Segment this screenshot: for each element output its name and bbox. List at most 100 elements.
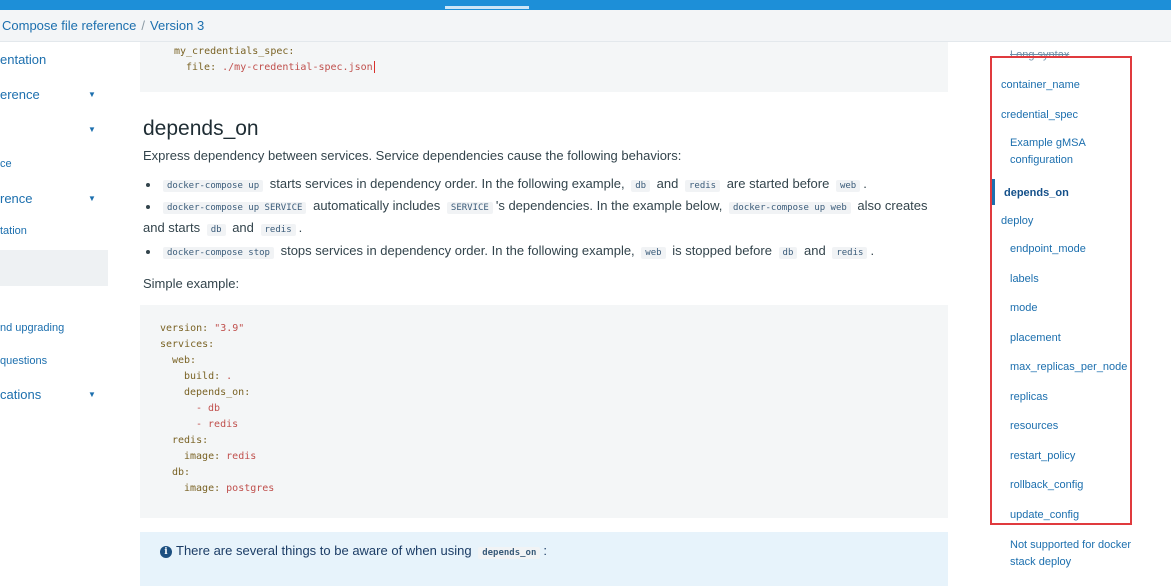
code-key: services:: [160, 339, 215, 350]
sidebar-item[interactable]: tation: [0, 225, 108, 241]
left-sidebar: entation erence ▼ ▼ ce rence ▼ tation nd u…: [0, 42, 108, 586]
list-text: .: [870, 243, 875, 258]
note-end: :: [543, 543, 547, 558]
active-tab-indicator: [445, 6, 529, 9]
breadcrumb-separator: /: [141, 18, 146, 33]
info-note: i There are several things to be aware o…: [140, 532, 948, 586]
bullet-dot: [146, 205, 150, 209]
inline-code: docker-compose up SERVICE: [163, 202, 307, 214]
bullet-dot: [146, 250, 150, 254]
breadcrumb-parent-link[interactable]: Compose file reference: [2, 10, 136, 41]
list-item-continued: and starts db and redis.: [143, 220, 302, 236]
sidebar-item-label: erence: [0, 87, 40, 102]
sidebar-item[interactable]: nd upgrading: [0, 322, 108, 338]
sidebar-item-label: entation: [0, 52, 47, 67]
inline-code: web: [835, 180, 861, 192]
text-cursor: [373, 61, 375, 73]
inline-code: redis: [832, 247, 868, 259]
code-value: .: [226, 371, 233, 382]
chevron-down-icon[interactable]: ▼: [88, 390, 96, 399]
code-line: image: postgres: [184, 481, 274, 497]
inline-code: redis: [260, 224, 296, 236]
code-key: web:: [172, 355, 197, 366]
code-line: services:: [160, 337, 214, 353]
code-value: "3.9": [214, 323, 245, 334]
list-text: automatically includes: [313, 198, 441, 213]
code-key: depends_on:: [184, 387, 251, 398]
code-line: build: .: [184, 369, 232, 385]
inline-code: docker-compose up: [163, 180, 264, 192]
simple-example-label: Simple example:: [143, 276, 240, 291]
list-item: docker-compose up starts services in dep…: [160, 176, 867, 192]
code-block-depends-on-example: version: "3.9" services: web: build: . d…: [140, 305, 948, 518]
inline-code: db: [778, 247, 798, 259]
sidebar-item[interactable]: cations ▼: [0, 387, 108, 405]
sidebar-item-label: tation: [0, 225, 27, 237]
note-text: There are several things to be aware of …: [176, 543, 547, 559]
code-block-credential-spec: my_credentials_spec: file: ./my-credenti…: [140, 42, 948, 92]
code-key: build:: [184, 371, 221, 382]
sidebar-item-label: questions: [0, 355, 48, 367]
breadcrumb-current[interactable]: Version 3: [150, 10, 204, 41]
bullet-dot: [146, 183, 150, 187]
code-line: db:: [172, 465, 190, 481]
sidebar-item[interactable]: ce: [0, 158, 108, 174]
sidebar-item[interactable]: erence ▼: [0, 87, 108, 105]
sidebar-item-label: nd upgrading: [0, 322, 65, 334]
code-value: postgres: [226, 483, 275, 494]
inline-code: db: [631, 180, 651, 192]
chevron-down-icon[interactable]: ▼: [88, 125, 96, 134]
inline-code: SERVICE: [446, 202, 493, 214]
code-key: my_credentials_spec:: [174, 46, 295, 57]
code-line: depends_on:: [184, 385, 250, 401]
chevron-down-icon[interactable]: ▼: [88, 90, 96, 99]
code-key: image:: [184, 451, 221, 462]
info-icon: i: [160, 546, 172, 558]
code-line: file: ./my-credential-spec.json: [186, 61, 375, 73]
code-line: - db: [196, 401, 220, 417]
note-label: There are several things to be aware of …: [176, 543, 472, 558]
list-text: starts services in dependency order. In …: [269, 176, 625, 191]
toc-item-not-supported-line2[interactable]: stack deploy: [1010, 556, 1071, 568]
highlight-box: [990, 56, 1132, 525]
list-text: and: [804, 243, 826, 258]
inline-code: redis: [684, 180, 721, 192]
top-bar: [0, 0, 1171, 10]
list-text: also creates: [857, 198, 928, 213]
list-text: and starts: [143, 220, 201, 235]
inline-code: web: [641, 247, 666, 259]
main-content: my_credentials_spec: file: ./my-credenti…: [108, 42, 953, 586]
code-key: redis:: [172, 435, 209, 446]
code-key: image:: [184, 483, 221, 494]
list-text: .: [298, 220, 303, 235]
sidebar-item[interactable]: entation: [0, 52, 108, 70]
list-text: is stopped before: [672, 243, 772, 258]
code-line: redis:: [172, 433, 208, 449]
list-text: .: [863, 176, 867, 191]
list-text: 's dependencies. In the example below,: [495, 198, 723, 213]
list-text: and: [656, 176, 679, 191]
sidebar-item-label: ce: [0, 158, 12, 170]
list-item: docker-compose stop stops services in de…: [160, 243, 874, 259]
list-text: and: [232, 220, 254, 235]
toc-item-not-supported[interactable]: Not supported for docker: [1010, 539, 1131, 551]
sidebar-item[interactable]: rence ▼: [0, 191, 108, 209]
inline-code: docker-compose up web: [729, 202, 851, 214]
code-line: my_credentials_spec:: [174, 46, 294, 57]
list-text: stops services in dependency order. In t…: [280, 243, 635, 258]
inline-code: depends_on: [478, 547, 541, 559]
sidebar-item[interactable]: questions: [0, 355, 108, 371]
inline-code: docker-compose stop: [163, 247, 274, 259]
inline-code: db: [206, 224, 226, 236]
code-value: - db: [196, 403, 221, 414]
code-line: - redis: [196, 417, 238, 433]
sidebar-item[interactable]: ▼: [0, 122, 108, 140]
chevron-down-icon[interactable]: ▼: [88, 194, 96, 203]
list-text: are started before: [726, 176, 830, 191]
code-value: redis: [226, 451, 257, 462]
code-value: ./my-credential-spec.json: [222, 62, 373, 73]
list-item: docker-compose up SERVICE automatically …: [160, 198, 928, 214]
breadcrumb: Compose file reference / Version 3: [0, 10, 1171, 42]
code-key: db:: [172, 467, 191, 478]
code-line: image: redis: [184, 449, 256, 465]
